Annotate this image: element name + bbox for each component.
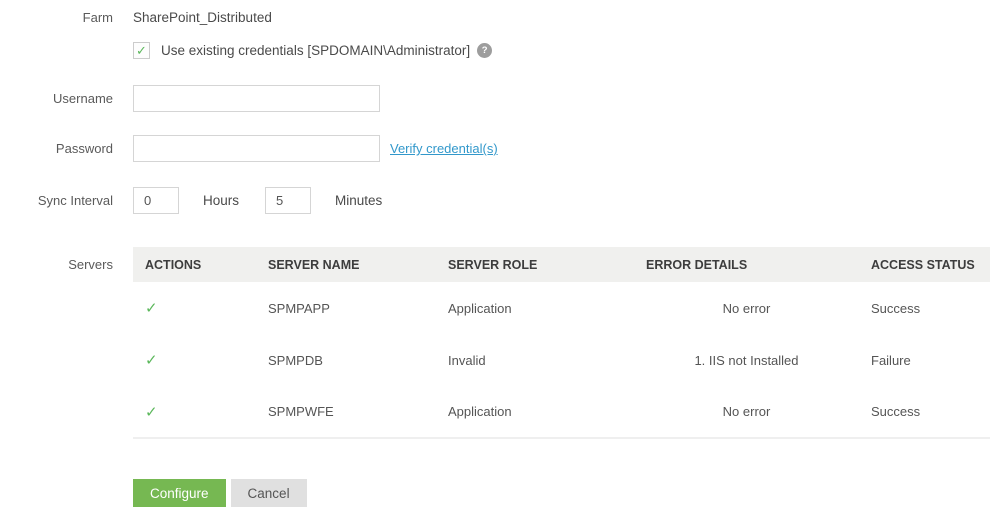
sync-interval-label: Sync Interval [0,193,113,208]
configure-button[interactable]: Configure [133,479,226,507]
column-header-actions: ACTIONS [133,247,256,282]
access-status-cell: Failure [859,334,990,386]
error-details-cell: 1. IIS not Installed [634,334,859,386]
column-header-error-details: ERROR DETAILS [634,247,859,282]
table-row: ✓ SPMPAPP Application No error Success [133,282,990,334]
sync-minutes-field[interactable] [265,187,311,214]
verify-credentials-link[interactable]: Verify credential(s) [390,141,498,156]
minutes-unit-label: Minutes [335,193,382,208]
use-existing-credentials-label: Use existing credentials [SPDOMAIN\Admin… [161,43,470,58]
existing-credentials-row: ✓ Use existing credentials [SPDOMAIN\Adm… [0,39,993,61]
farm-configuration-panel: Farm SharePoint_Distributed ✓ Use existi… [0,0,993,507]
access-status-cell: Success [859,386,990,438]
table-row: ✓ SPMPDB Invalid 1. IIS not Installed Fa… [133,334,990,386]
servers-label: Servers [0,247,113,272]
servers-row: Servers ACTIONS SERVER NAME SERVER ROLE … [0,247,993,439]
server-role-cell: Invalid [436,334,634,386]
farm-value: SharePoint_Distributed [133,10,272,25]
server-name-cell: SPMPWFE [256,386,436,438]
help-icon[interactable]: ? [477,43,492,58]
check-icon[interactable]: ✓ [145,404,158,421]
server-role-cell: Application [436,282,634,334]
username-row: Username [0,85,993,112]
sync-interval-row: Sync Interval Hours Minutes [0,187,993,214]
use-existing-credentials-checkbox[interactable]: ✓ [133,42,150,59]
table-header-row: ACTIONS SERVER NAME SERVER ROLE ERROR DE… [133,247,990,282]
error-details-cell: No error [634,282,859,334]
password-row: Password Verify credential(s) [0,135,993,162]
hours-unit-label: Hours [203,193,239,208]
sync-hours-field[interactable] [133,187,179,214]
server-name-cell: SPMPDB [256,334,436,386]
farm-label: Farm [0,10,113,25]
table-row: ✓ SPMPWFE Application No error Success [133,386,990,438]
server-role-cell: Application [436,386,634,438]
access-status-cell: Success [859,282,990,334]
servers-table: ACTIONS SERVER NAME SERVER ROLE ERROR DE… [133,247,990,439]
cancel-button[interactable]: Cancel [231,479,307,507]
checkmark-icon: ✓ [136,44,147,57]
username-field[interactable] [133,85,380,112]
password-field[interactable] [133,135,380,162]
check-icon[interactable]: ✓ [145,300,158,317]
column-header-server-name: SERVER NAME [256,247,436,282]
farm-row: Farm SharePoint_Distributed [0,10,993,25]
error-details-cell: No error [634,386,859,438]
column-header-access-status: ACCESS STATUS [859,247,990,282]
check-icon[interactable]: ✓ [145,352,158,369]
action-buttons: Configure Cancel [133,479,993,507]
server-name-cell: SPMPAPP [256,282,436,334]
username-label: Username [0,91,113,106]
column-header-server-role: SERVER ROLE [436,247,634,282]
password-label: Password [0,141,113,156]
